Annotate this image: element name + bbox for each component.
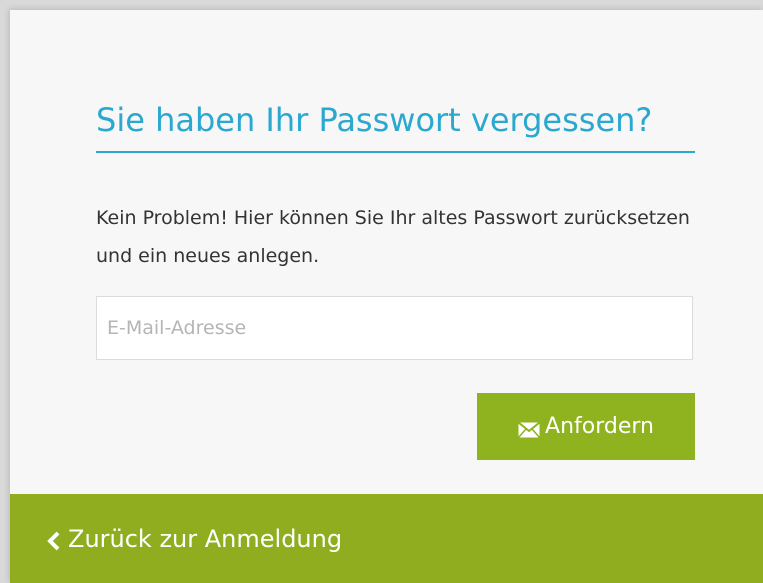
page-title: Sie haben Ihr Passwort vergessen? [96,101,653,139]
chevron-left-icon [46,529,62,550]
back-to-login-label: Zurück zur Anmeldung [68,524,343,553]
dialog-panel: Sie haben Ihr Passwort vergessen? Kein P… [10,10,763,583]
envelope-icon [517,419,541,438]
email-field[interactable] [96,296,693,360]
title-underline [96,151,695,153]
password-reset-form: Sie haben Ihr Passwort vergessen? Kein P… [10,10,763,494]
request-button-label: Anfordern [545,414,654,439]
request-button[interactable]: Anfordern [477,393,695,460]
back-to-login-link[interactable]: Zurück zur Anmeldung [10,494,763,583]
description-text: Kein Problem! Hier können Sie Ihr altes … [96,207,690,267]
